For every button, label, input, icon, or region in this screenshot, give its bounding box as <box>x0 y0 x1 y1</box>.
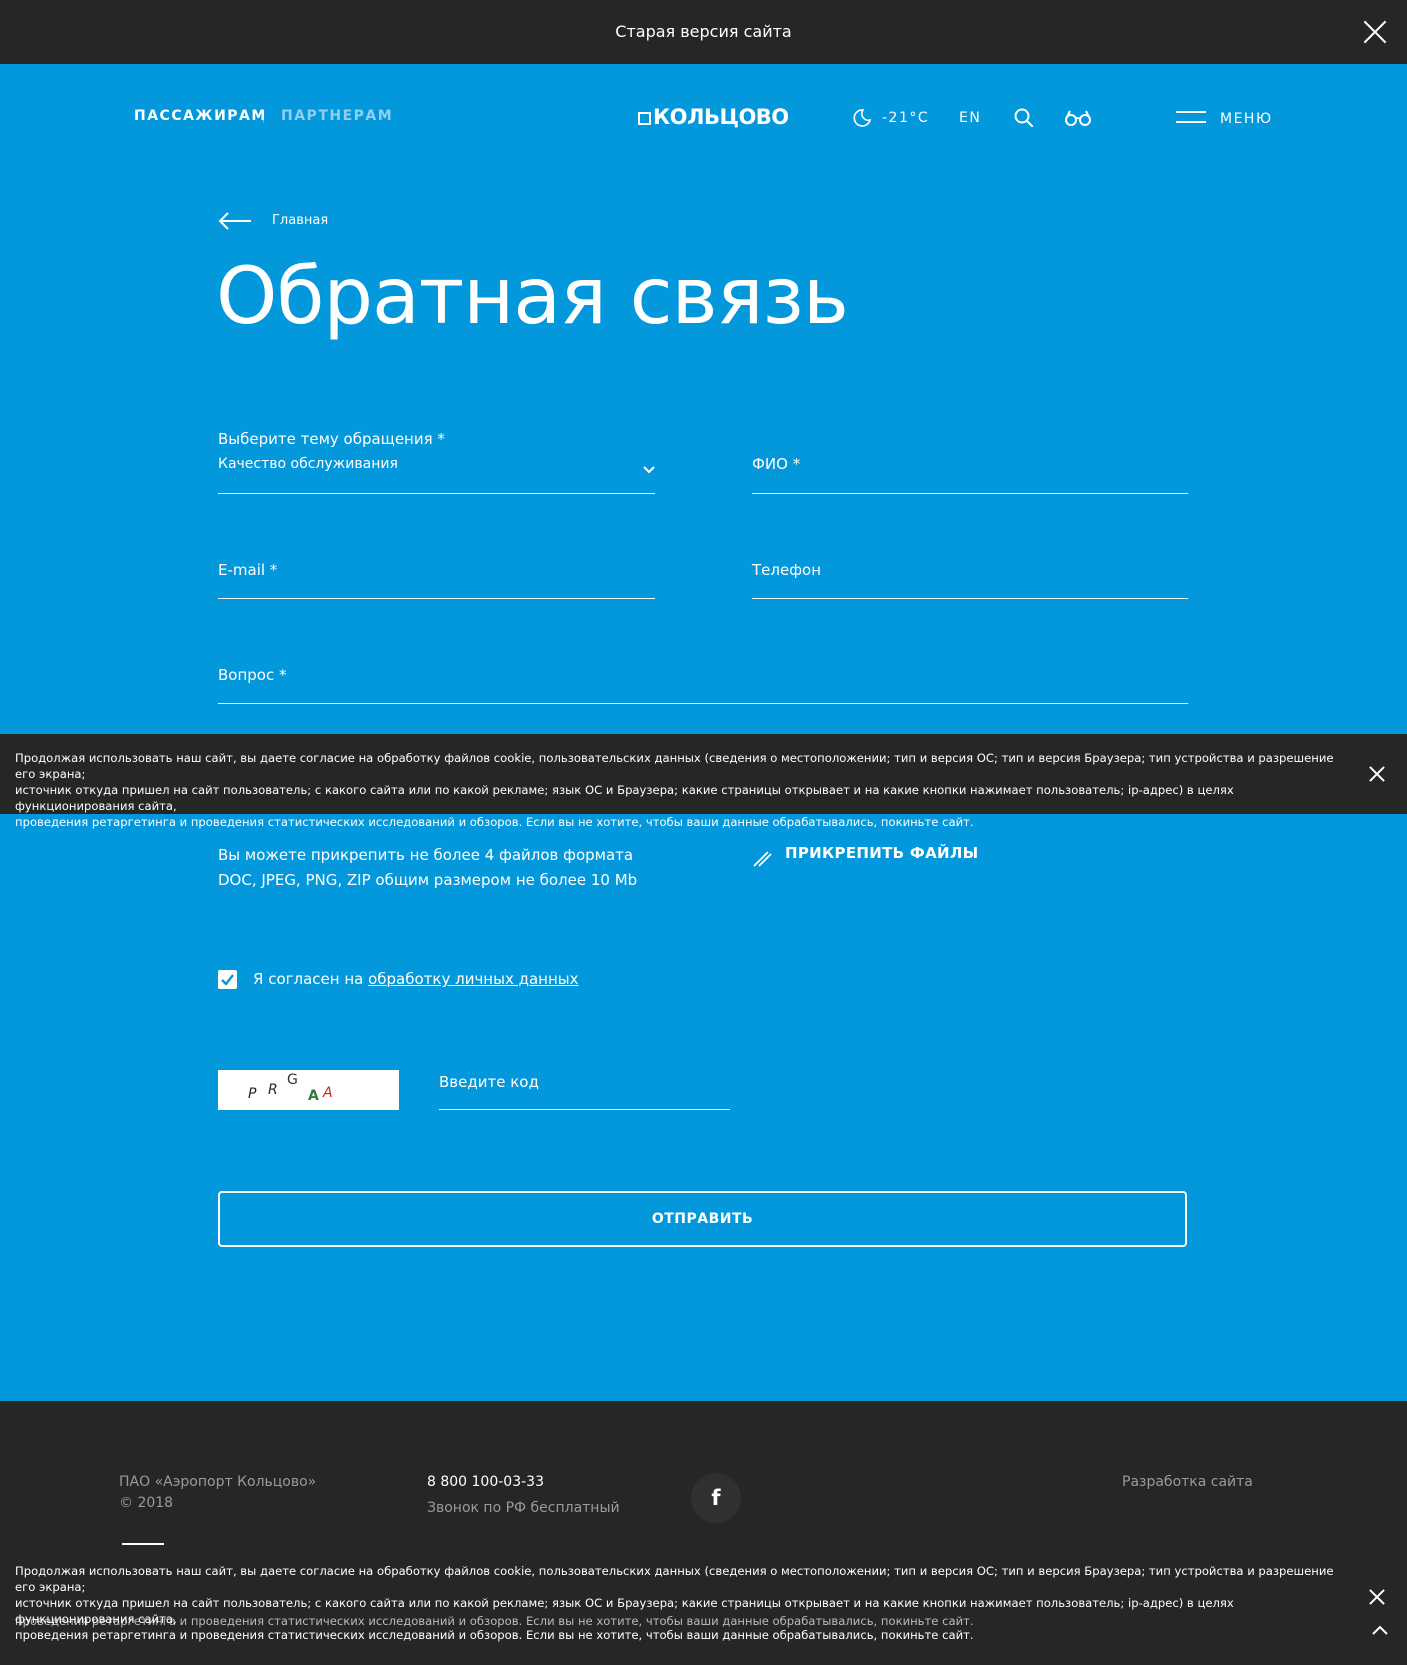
footer-phone-note: Звонок по РФ бесплатный <box>427 1500 620 1516</box>
moon-icon <box>853 109 872 127</box>
cookie-text-line: источник откуда пришел на сайт пользоват… <box>15 1596 1234 1626</box>
cookie-text-line: проведения ретаргетинга и проведения ста… <box>15 815 974 829</box>
language-switch[interactable]: EN <box>959 110 981 126</box>
footer-dev-link[interactable]: Разработка сайта <box>1122 1474 1253 1490</box>
cookie-banner: Продолжая использовать наш сайт, вы дает… <box>0 734 1407 829</box>
attach-files-button[interactable]: ПРИКРЕПИТЬ ФАЙЛЫ <box>785 844 978 862</box>
name-field[interactable]: ФИО * <box>752 455 800 473</box>
facebook-icon[interactable]: f <box>691 1473 741 1523</box>
footer-company: ПАО «Аэропорт Кольцово» <box>119 1474 317 1490</box>
old-version-link[interactable]: Старая версия сайта <box>0 0 1407 64</box>
old-version-bar: Старая версия сайта <box>0 0 1407 64</box>
page-title: Обратная связь <box>216 252 849 342</box>
cookie-text: Продолжая использовать наш сайт, вы дает… <box>15 1563 1335 1643</box>
footer-phone[interactable]: 8 800 100-03-33 <box>427 1474 544 1490</box>
attach-info: Вы можете прикрепить не более 4 файлов ф… <box>218 843 637 893</box>
consent-label: Я согласен на обработку личных данных <box>253 970 579 988</box>
chevron-down-icon[interactable] <box>643 466 655 474</box>
cookie-banner: проведения ретаргетинга и проведения ста… <box>0 1545 1407 1665</box>
name-underline <box>752 493 1188 494</box>
email-underline <box>218 598 655 599</box>
glasses-icon[interactable] <box>1064 108 1092 128</box>
captcha-image: P R G A A <box>218 1070 399 1110</box>
topic-underline <box>218 493 655 494</box>
menu-button[interactable]: МЕНЮ <box>1176 104 1276 132</box>
logo-text: КОЛЬЦОВО <box>653 105 789 129</box>
nav-divider <box>263 111 264 123</box>
cookie-text-line: Продолжая использовать наш сайт, вы дает… <box>15 1564 1334 1594</box>
close-icon[interactable] <box>1367 764 1387 784</box>
search-icon[interactable] <box>1013 107 1035 129</box>
paperclip-icon[interactable] <box>752 849 772 867</box>
cookie-text-line: источник откуда пришел на сайт пользоват… <box>15 783 1234 813</box>
breadcrumb[interactable]: Главная <box>218 210 338 234</box>
captcha-underline <box>439 1109 730 1110</box>
phone-field[interactable]: Телефон <box>752 561 821 579</box>
question-underline <box>218 703 1188 704</box>
topic-select[interactable]: Качество обслуживания <box>218 456 398 472</box>
captcha-field[interactable]: Введите код <box>439 1073 539 1091</box>
attach-info-line: DOC, JPEG, PNG, ZIP общим размером не бо… <box>218 871 638 889</box>
menu-label: МЕНЮ <box>1220 111 1273 127</box>
submit-button[interactable]: ОТПРАВИТЬ <box>218 1191 1187 1247</box>
consent-prefix: Я согласен на <box>253 970 369 988</box>
cookie-text-line: Продолжая использовать наш сайт, вы дает… <box>15 751 1334 781</box>
footer-copyright: © 2018 <box>119 1495 174 1511</box>
nav-partners[interactable]: ПАРТНЕРАМ <box>281 108 393 124</box>
attach-info-line: Вы можете прикрепить не более 4 файлов ф… <box>218 846 634 864</box>
weather-temperature: -21°C <box>882 110 930 126</box>
consent-link[interactable]: обработку личных данных <box>368 970 578 988</box>
logo[interactable]: КОЛЬЦОВО <box>638 105 789 129</box>
menu-icon <box>1176 111 1206 124</box>
consent-checkbox[interactable] <box>218 970 237 989</box>
close-icon[interactable] <box>1367 1587 1387 1607</box>
captcha-char: G <box>287 1072 298 1088</box>
cookie-text-line: проведения ретаргетинга и проведения ста… <box>15 1628 974 1642</box>
topic-label: Выберите тему обращения * <box>218 430 445 448</box>
arrow-left-icon <box>218 212 251 230</box>
logo-mark-icon <box>638 112 651 125</box>
cookie-text: Продолжая использовать наш сайт, вы дает… <box>15 750 1335 830</box>
captcha-char: A <box>308 1088 319 1104</box>
captcha-char: A <box>323 1085 333 1101</box>
breadcrumb-home: Главная <box>272 213 329 228</box>
email-field[interactable]: E-mail * <box>218 561 277 579</box>
close-icon[interactable] <box>1363 20 1387 44</box>
phone-underline <box>752 598 1188 599</box>
captcha-char: R <box>268 1082 278 1098</box>
nav-passengers[interactable]: ПАССАЖИРАМ <box>134 108 267 124</box>
chevron-up-icon[interactable] <box>1371 1624 1389 1636</box>
captcha-char: P <box>248 1086 257 1102</box>
check-icon <box>221 974 234 986</box>
question-field[interactable]: Вопрос * <box>218 666 287 684</box>
